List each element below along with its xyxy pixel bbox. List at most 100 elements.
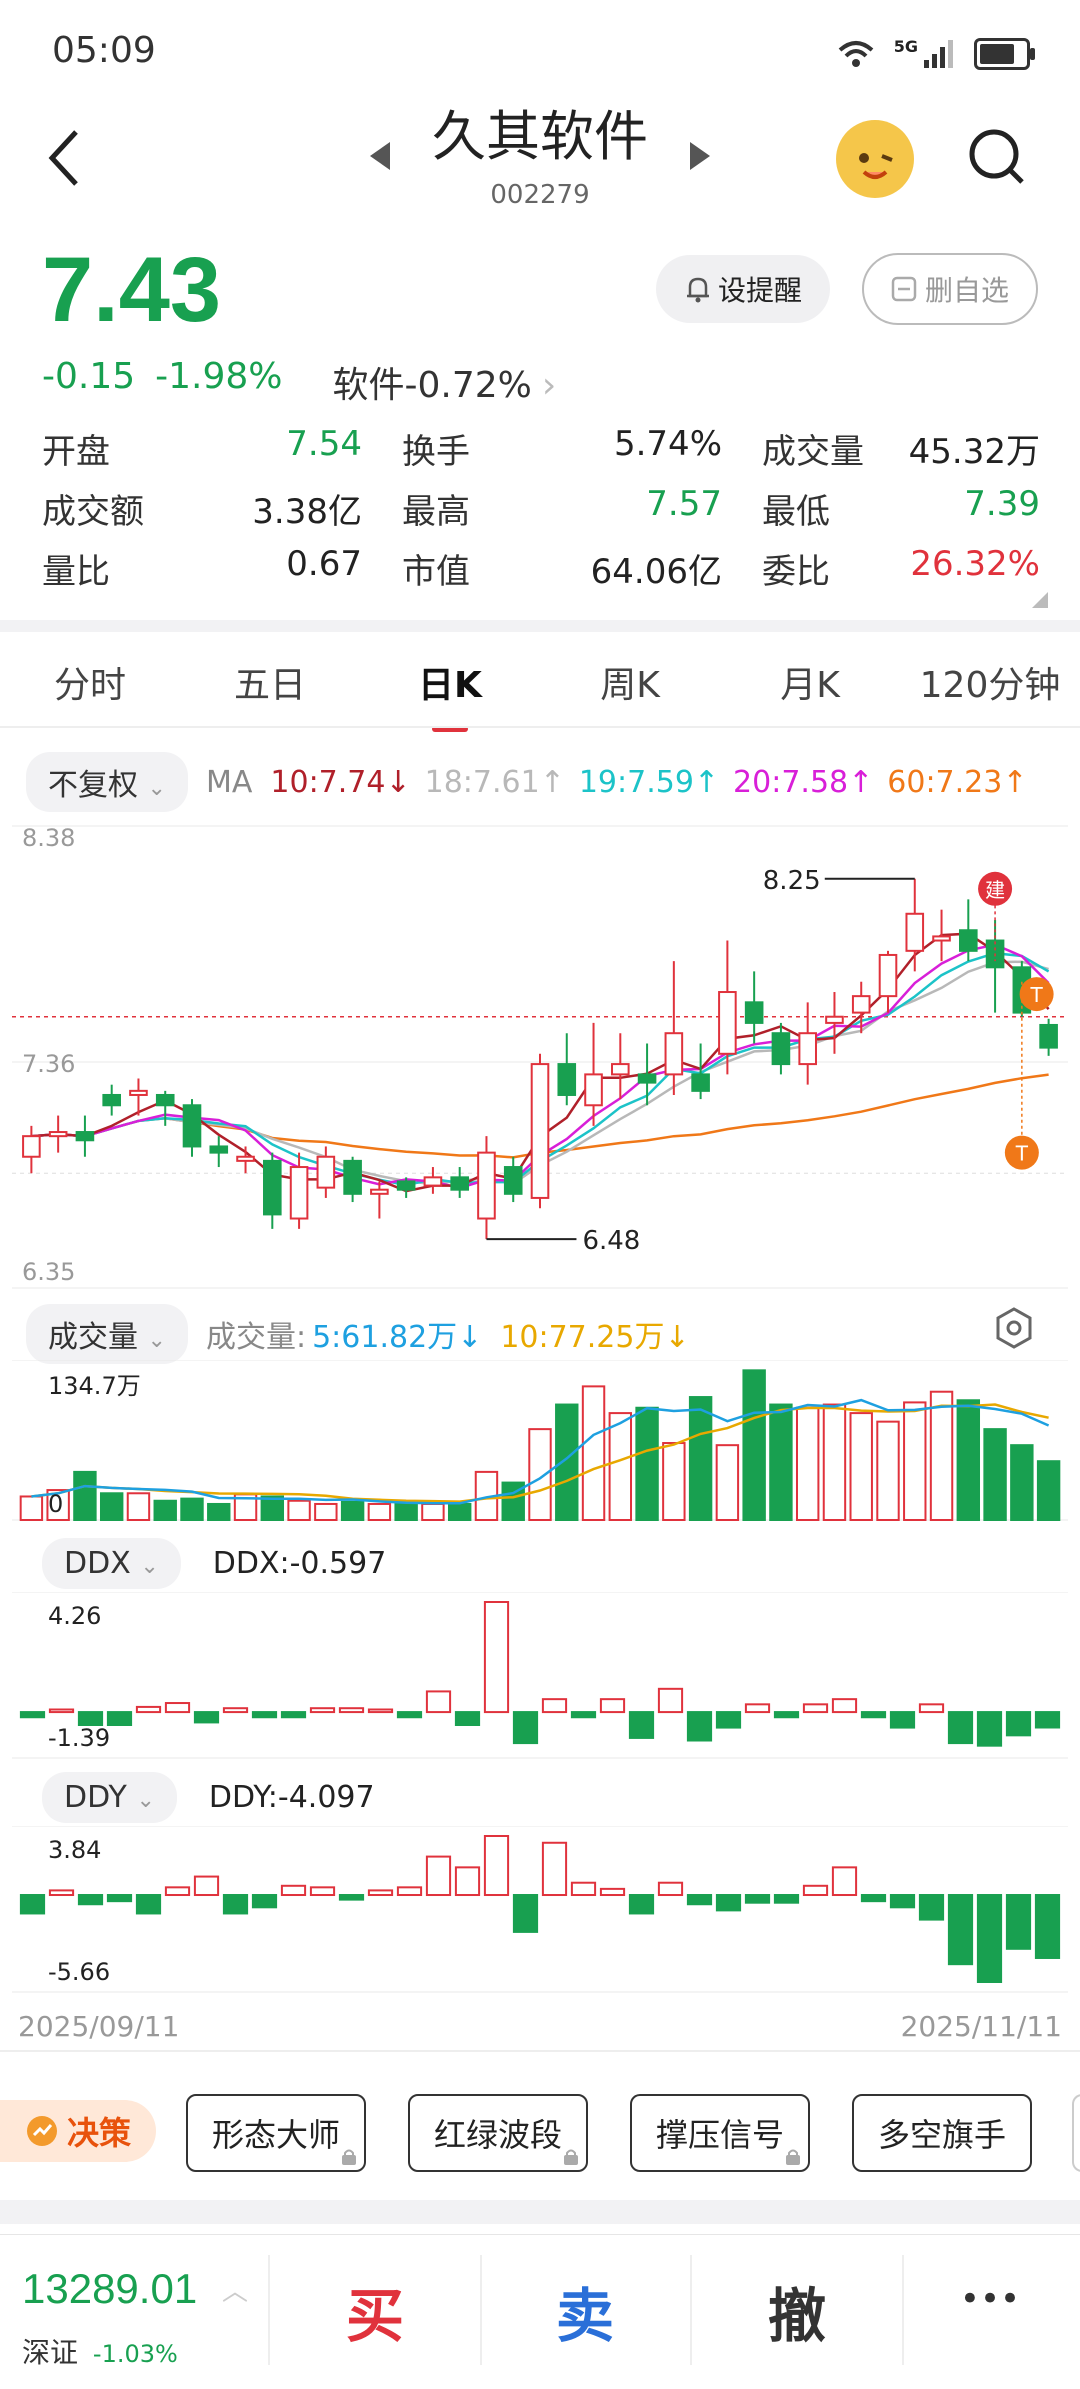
indicator-bar [193,1711,220,1724]
candle [423,1176,443,1187]
kline-chart[interactable]: 8.38 7.36 6.35 8.25 6.48 建 T T [12,818,1068,1298]
ddy-dropdown-label: DDY [64,1780,127,1815]
low-label: 6.48 [582,1226,640,1256]
stock-code: 002279 [490,180,590,210]
indicator-bar [454,1866,481,1897]
tab-4[interactable]: 月K [720,656,900,708]
volume-chart[interactable]: 134.7万 0 [12,1360,1068,1530]
mascot-face-icon [859,153,893,179]
volume-bar [849,1412,873,1521]
decision-badge[interactable]: 决策 [0,2100,156,2162]
more-tools-edge[interactable] [1072,2094,1080,2172]
search-icon[interactable] [964,124,1028,190]
chevron-down-icon: ⌄ [136,1788,155,1813]
mascot-avatar[interactable] [836,120,914,198]
tool-button[interactable]: 红绿波段 [408,2094,588,2172]
tool-button-label: 多空旗手 [877,2116,1006,2154]
ddx-dropdown-label: DDX [64,1546,131,1581]
volume-bar [1036,1460,1061,1522]
chevron-up-icon[interactable]: ︿ [222,2271,248,2308]
tool-button[interactable]: 撑压信号 [630,2094,810,2172]
ddy-value: DDY:-4.097 [208,1780,375,1815]
indicator-bar [309,1886,336,1897]
tab-1[interactable]: 五日 [180,656,360,708]
indicator-bar [164,1702,191,1714]
ddy-chart[interactable]: 3.84 -5.66 [12,1826,1068,1996]
ddy-dropdown[interactable]: DDY ⌄ [42,1772,177,1823]
volume-bar [180,1497,204,1522]
adjust-dropdown[interactable]: 不复权 ⌄ [26,752,188,812]
tab-0[interactable]: 分时 [0,656,180,708]
tab-2[interactable]: 日K [360,656,540,732]
tool-button[interactable]: 形态大师 [186,2094,366,2172]
stat-value: 0.67 [286,543,362,584]
indicator-bar [802,1703,829,1714]
indicator-bar [744,1894,771,1904]
tool-button-label: 撑压信号 [655,2116,784,2154]
adjust-label: 不复权 [48,768,138,803]
indicator-bar [657,1687,684,1714]
candle [102,1093,121,1107]
candle [1039,1023,1058,1049]
set-alert-button[interactable]: 设提醒 [656,255,830,323]
stat-value: 26.32% [910,543,1040,584]
indicator-bar [367,1889,394,1897]
last-price: 7.43 [42,239,222,341]
buy-button[interactable]: 买 [300,2269,450,2353]
indicator-bar [744,1703,771,1714]
ddx-chart[interactable]: 4.26 -1.39 [12,1592,1068,1762]
candle [878,953,898,998]
lock-icon [342,2149,356,2165]
candle [155,1093,175,1107]
battery-icon [974,38,1035,70]
bar-divider [480,2255,482,2365]
indicator-bar [599,1698,626,1714]
expand-corner-icon[interactable] [1030,590,1050,610]
stat-value: 45.32万 [908,431,1040,472]
next-stock-icon[interactable] [688,140,712,172]
remove-watchlist-button[interactable]: 删自选 [862,253,1038,325]
more-button[interactable]: ••• [930,2279,1050,2319]
network-label: 5G [893,36,918,56]
volume-bar [287,1499,311,1521]
indicator-bar [367,1708,394,1714]
volume-dropdown-label: 成交量 [48,1320,138,1355]
x-end-label: 2025/11/11 [900,2010,1062,2043]
ddx-dropdown[interactable]: DDX ⌄ [42,1538,181,1589]
indicator-bar [1005,1711,1032,1737]
index-value[interactable]: 13289.01 [22,2265,197,2313]
cancel-order-button[interactable]: 撤 [722,2269,872,2353]
indicator-bar [570,1881,597,1897]
volume-bar [929,1390,954,1522]
volume-dropdown[interactable]: 成交量 ⌄ [26,1304,188,1364]
volume-bar [688,1396,713,1521]
tab-5[interactable]: 120分钟 [900,656,1080,708]
tool-button[interactable]: 多空旗手 [852,2094,1032,2172]
indicator-bar [715,1711,742,1729]
settings-hexagon-icon[interactable] [994,1306,1034,1350]
stat-value: 7.39 [964,483,1040,524]
indicator-bar [918,1894,945,1921]
ma-item: 60:7.23↑ [887,764,1028,800]
candle [263,1159,282,1216]
tab-3[interactable]: 周K [540,656,720,708]
stock-name: 久其软件 [432,105,648,168]
trade-bar: 13289.01 ︿ 深证 -1.03% 买 卖 撤 ••• [0,2234,1080,2389]
volume-bar [394,1501,418,1522]
indicator-bar [657,1881,684,1897]
stat-label: 最高 [402,491,470,532]
stat-label: 量比 [42,551,110,592]
sector-change-link[interactable]: 软件-0.72% › [333,356,557,408]
candle [75,1131,95,1142]
candle [209,1145,229,1154]
stats-row: 开盘 7.54 换手 5.74% 成交量 45.32万 [42,418,1040,478]
candle [530,1063,550,1199]
sell-button[interactable]: 卖 [510,2269,660,2353]
volume-bar [715,1444,740,1521]
indicator-bar [222,1707,249,1714]
candle [959,929,978,952]
indicator-bar [773,1894,800,1904]
indicator-bar [338,1894,365,1901]
volume-bar [73,1470,97,1521]
stats-row: 成交额 3.38亿 最高 7.57 最低 7.39 [42,478,1040,538]
